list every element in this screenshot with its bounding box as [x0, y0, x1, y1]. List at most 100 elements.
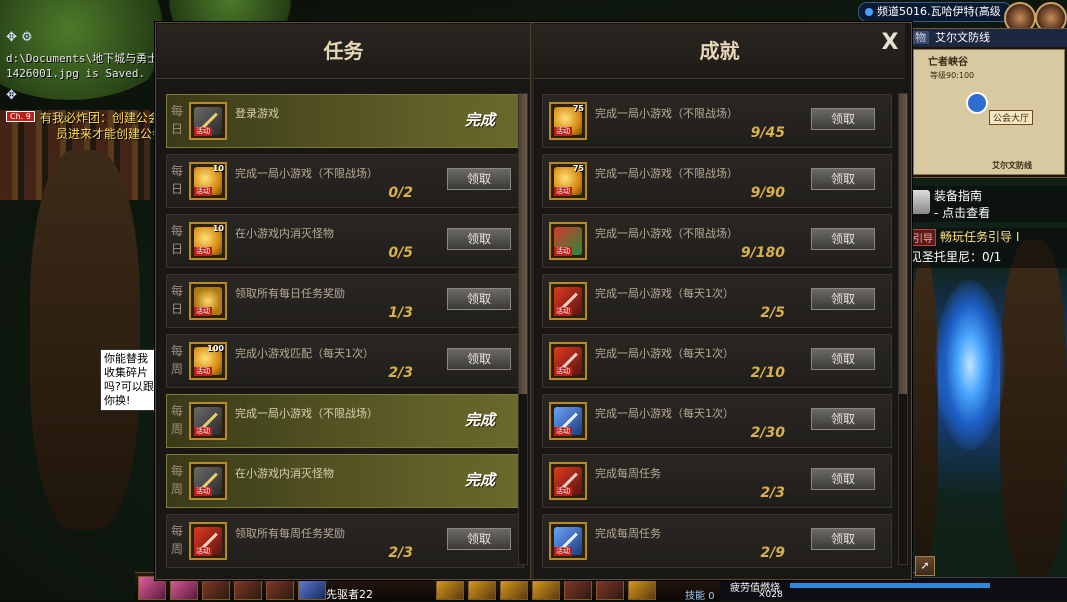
task-scrollbar-thumb[interactable]: [519, 94, 527, 394]
minimap-location-node[interactable]: [966, 92, 988, 114]
claim-button[interactable]: 领取: [811, 168, 875, 190]
reward-gold-icon: 10 活动: [189, 162, 227, 200]
reward-sword-icon: 活动: [189, 462, 227, 500]
task-complete-label: 完成: [465, 111, 496, 129]
icon-event-tag: 活动: [194, 307, 212, 316]
task-description: 领取所有每周任务奖励: [235, 527, 345, 540]
task-description: 在小游戏内消灭怪物: [235, 227, 334, 240]
claim-button[interactable]: 领取: [811, 228, 875, 250]
tasks-title: 任务: [157, 24, 530, 78]
guide-icon: [910, 190, 930, 214]
tree-trunk-right-2: [910, 260, 938, 560]
task-row[interactable]: 每周 活动 领取所有每周任务奖励 2/3 领取: [166, 514, 524, 568]
achievements-title: 成就: [534, 24, 905, 78]
task-row[interactable]: 每周 活动 完成一局小游戏（不限战场） 完成: [166, 394, 524, 448]
achievement-description: 完成一局小游戏（每天1次）: [595, 407, 734, 420]
achievement-scrollbar-thumb[interactable]: [899, 94, 907, 394]
icon-event-tag: 活动: [194, 187, 212, 196]
quest-title: 畅玩任务引导 I: [940, 230, 1020, 244]
claim-button[interactable]: 领取: [447, 168, 511, 190]
achievement-description: 完成每周任务: [595, 527, 661, 540]
claim-button[interactable]: 领取: [811, 348, 875, 370]
task-period: 每周: [170, 344, 183, 376]
icon-event-tag: 活动: [554, 487, 572, 496]
achievement-progress: 2/5: [760, 305, 785, 321]
task-row[interactable]: 每日 活动 领取所有每日任务奖励 1/3 领取: [166, 274, 524, 328]
icon-count: 75: [572, 104, 584, 113]
claim-button[interactable]: 领取: [811, 468, 875, 490]
task-period: 每日: [170, 224, 183, 256]
minimap[interactable]: 物艾尔文防线 亡者峡谷 等级90:100 公会大厅 艾尔文防线: [908, 28, 1067, 178]
close-button[interactable]: X: [878, 31, 902, 55]
reward-hex-icon: 活动: [189, 282, 227, 320]
fatigue-bar: [790, 583, 990, 588]
achievement-row[interactable]: 75 活动 完成一局小游戏（不限战场） 9/90 领取: [542, 154, 892, 208]
minimap-tab[interactable]: 物: [912, 31, 929, 44]
blue-portal[interactable]: [935, 280, 1005, 450]
claim-button[interactable]: 领取: [447, 528, 511, 550]
task-description: 完成一局小游戏（不限战场）: [235, 407, 378, 420]
achievement-progress: 2/30: [750, 425, 785, 441]
task-progress: 2/3: [388, 545, 413, 561]
achievement-row[interactable]: 75 活动 完成一局小游戏（不限战场） 9/45 领取: [542, 94, 892, 148]
task-period: 每日: [170, 164, 183, 196]
hud-settings-icons[interactable]: ✥ ⚙: [6, 30, 33, 45]
task-period: 每日: [170, 104, 183, 136]
chat-line-1-text: 有我必炸团：创建公会: [40, 111, 161, 125]
chat-line-2: 员进来才能创建公会: [56, 125, 164, 142]
achievement-description: 完成一局小游戏（不限战场）: [595, 227, 738, 240]
channel-indicator[interactable]: 频道5016.瓦哈伊特(高级: [858, 2, 1012, 22]
claim-button[interactable]: 领取: [447, 288, 511, 310]
task-scrollbar[interactable]: [518, 93, 528, 565]
minimap-level-label: 等级90:100: [930, 71, 975, 80]
task-period: 每周: [170, 404, 183, 436]
icon-event-tag: 活动: [554, 127, 572, 136]
claim-button[interactable]: 领取: [447, 228, 511, 250]
minimap-map[interactable]: 亡者峡谷 等级90:100 公会大厅 艾尔文防线: [913, 49, 1065, 175]
claim-button[interactable]: 领取: [447, 348, 511, 370]
quest-tracker[interactable]: 引导 畅玩任务引导 I 见圣托里尼：0/1: [908, 228, 1067, 268]
reward-red-icon: 活动: [549, 462, 587, 500]
reward-blue-icon: 活动: [549, 522, 587, 560]
achievement-row[interactable]: 活动 完成每周任务 2/9 领取: [542, 514, 892, 568]
expand-arrow-icon[interactable]: ➚: [915, 556, 935, 576]
achievement-scrollbar[interactable]: [898, 93, 908, 565]
move-icon[interactable]: ✥: [6, 88, 17, 103]
reward-gold-icon: 75 活动: [549, 162, 587, 200]
task-row[interactable]: 每周 活动 在小游戏内消灭怪物 完成: [166, 454, 524, 508]
task-row[interactable]: 每日 10 活动 完成一局小游戏（不限战场） 0/2 领取: [166, 154, 524, 208]
claim-button[interactable]: 领取: [811, 108, 875, 130]
achievement-row[interactable]: 活动 完成一局小游戏（每天1次） 2/30 领取: [542, 394, 892, 448]
task-row[interactable]: 每日 活动 登录游戏 完成: [166, 94, 524, 148]
column-divider: [530, 23, 534, 579]
icon-event-tag: 活动: [194, 547, 212, 556]
channel-label: 频道5016.瓦哈伊特(高级: [877, 5, 1001, 18]
channel-badge: Ch. 9: [6, 111, 35, 122]
task-complete-label: 完成: [465, 471, 496, 489]
claim-button[interactable]: 领取: [811, 288, 875, 310]
claim-button[interactable]: 领取: [811, 408, 875, 430]
claim-button[interactable]: 领取: [811, 528, 875, 550]
minimap-header: 物艾尔文防线: [909, 29, 1067, 47]
npc-speech-bubble: 你能替我收集碎片吗?可以跟你换!: [100, 349, 162, 411]
task-row[interactable]: 每日 10 活动 在小游戏内消灭怪物 0/5 领取: [166, 214, 524, 268]
reward-red-icon: 活动: [549, 282, 587, 320]
achievement-row[interactable]: 活动 完成每周任务 2/3 领取: [542, 454, 892, 508]
achievement-description: 完成每周任务: [595, 467, 661, 480]
achievement-row[interactable]: 活动 完成一局小游戏（每天1次） 2/10 领取: [542, 334, 892, 388]
guide-subtitle: - 点击查看: [934, 206, 991, 220]
skill-count: 0: [708, 591, 715, 602]
reward-gold-icon: 75 活动: [549, 102, 587, 140]
tree-trunk-left: [30, 150, 140, 530]
chat-line-1: 有我必炸团：创建公会: [40, 109, 160, 126]
achievement-row[interactable]: 活动 完成一局小游戏（不限战场） 9/180 领取: [542, 214, 892, 268]
task-row[interactable]: 每周 100 活动 完成小游戏匹配（每天1次） 2/3 领取: [166, 334, 524, 388]
icon-event-tag: 活动: [194, 367, 212, 376]
reward-sword-icon: 活动: [189, 102, 227, 140]
achievement-progress: 9/45: [750, 125, 785, 141]
reward-red-icon: 活动: [549, 342, 587, 380]
reward-red-icon: 活动: [189, 522, 227, 560]
equipment-guide-panel[interactable]: 装备指南 - 点击查看: [908, 186, 1067, 222]
achievement-row[interactable]: 活动 完成一局小游戏（每天1次） 2/5 领取: [542, 274, 892, 328]
task-complete-label: 完成: [465, 411, 496, 429]
